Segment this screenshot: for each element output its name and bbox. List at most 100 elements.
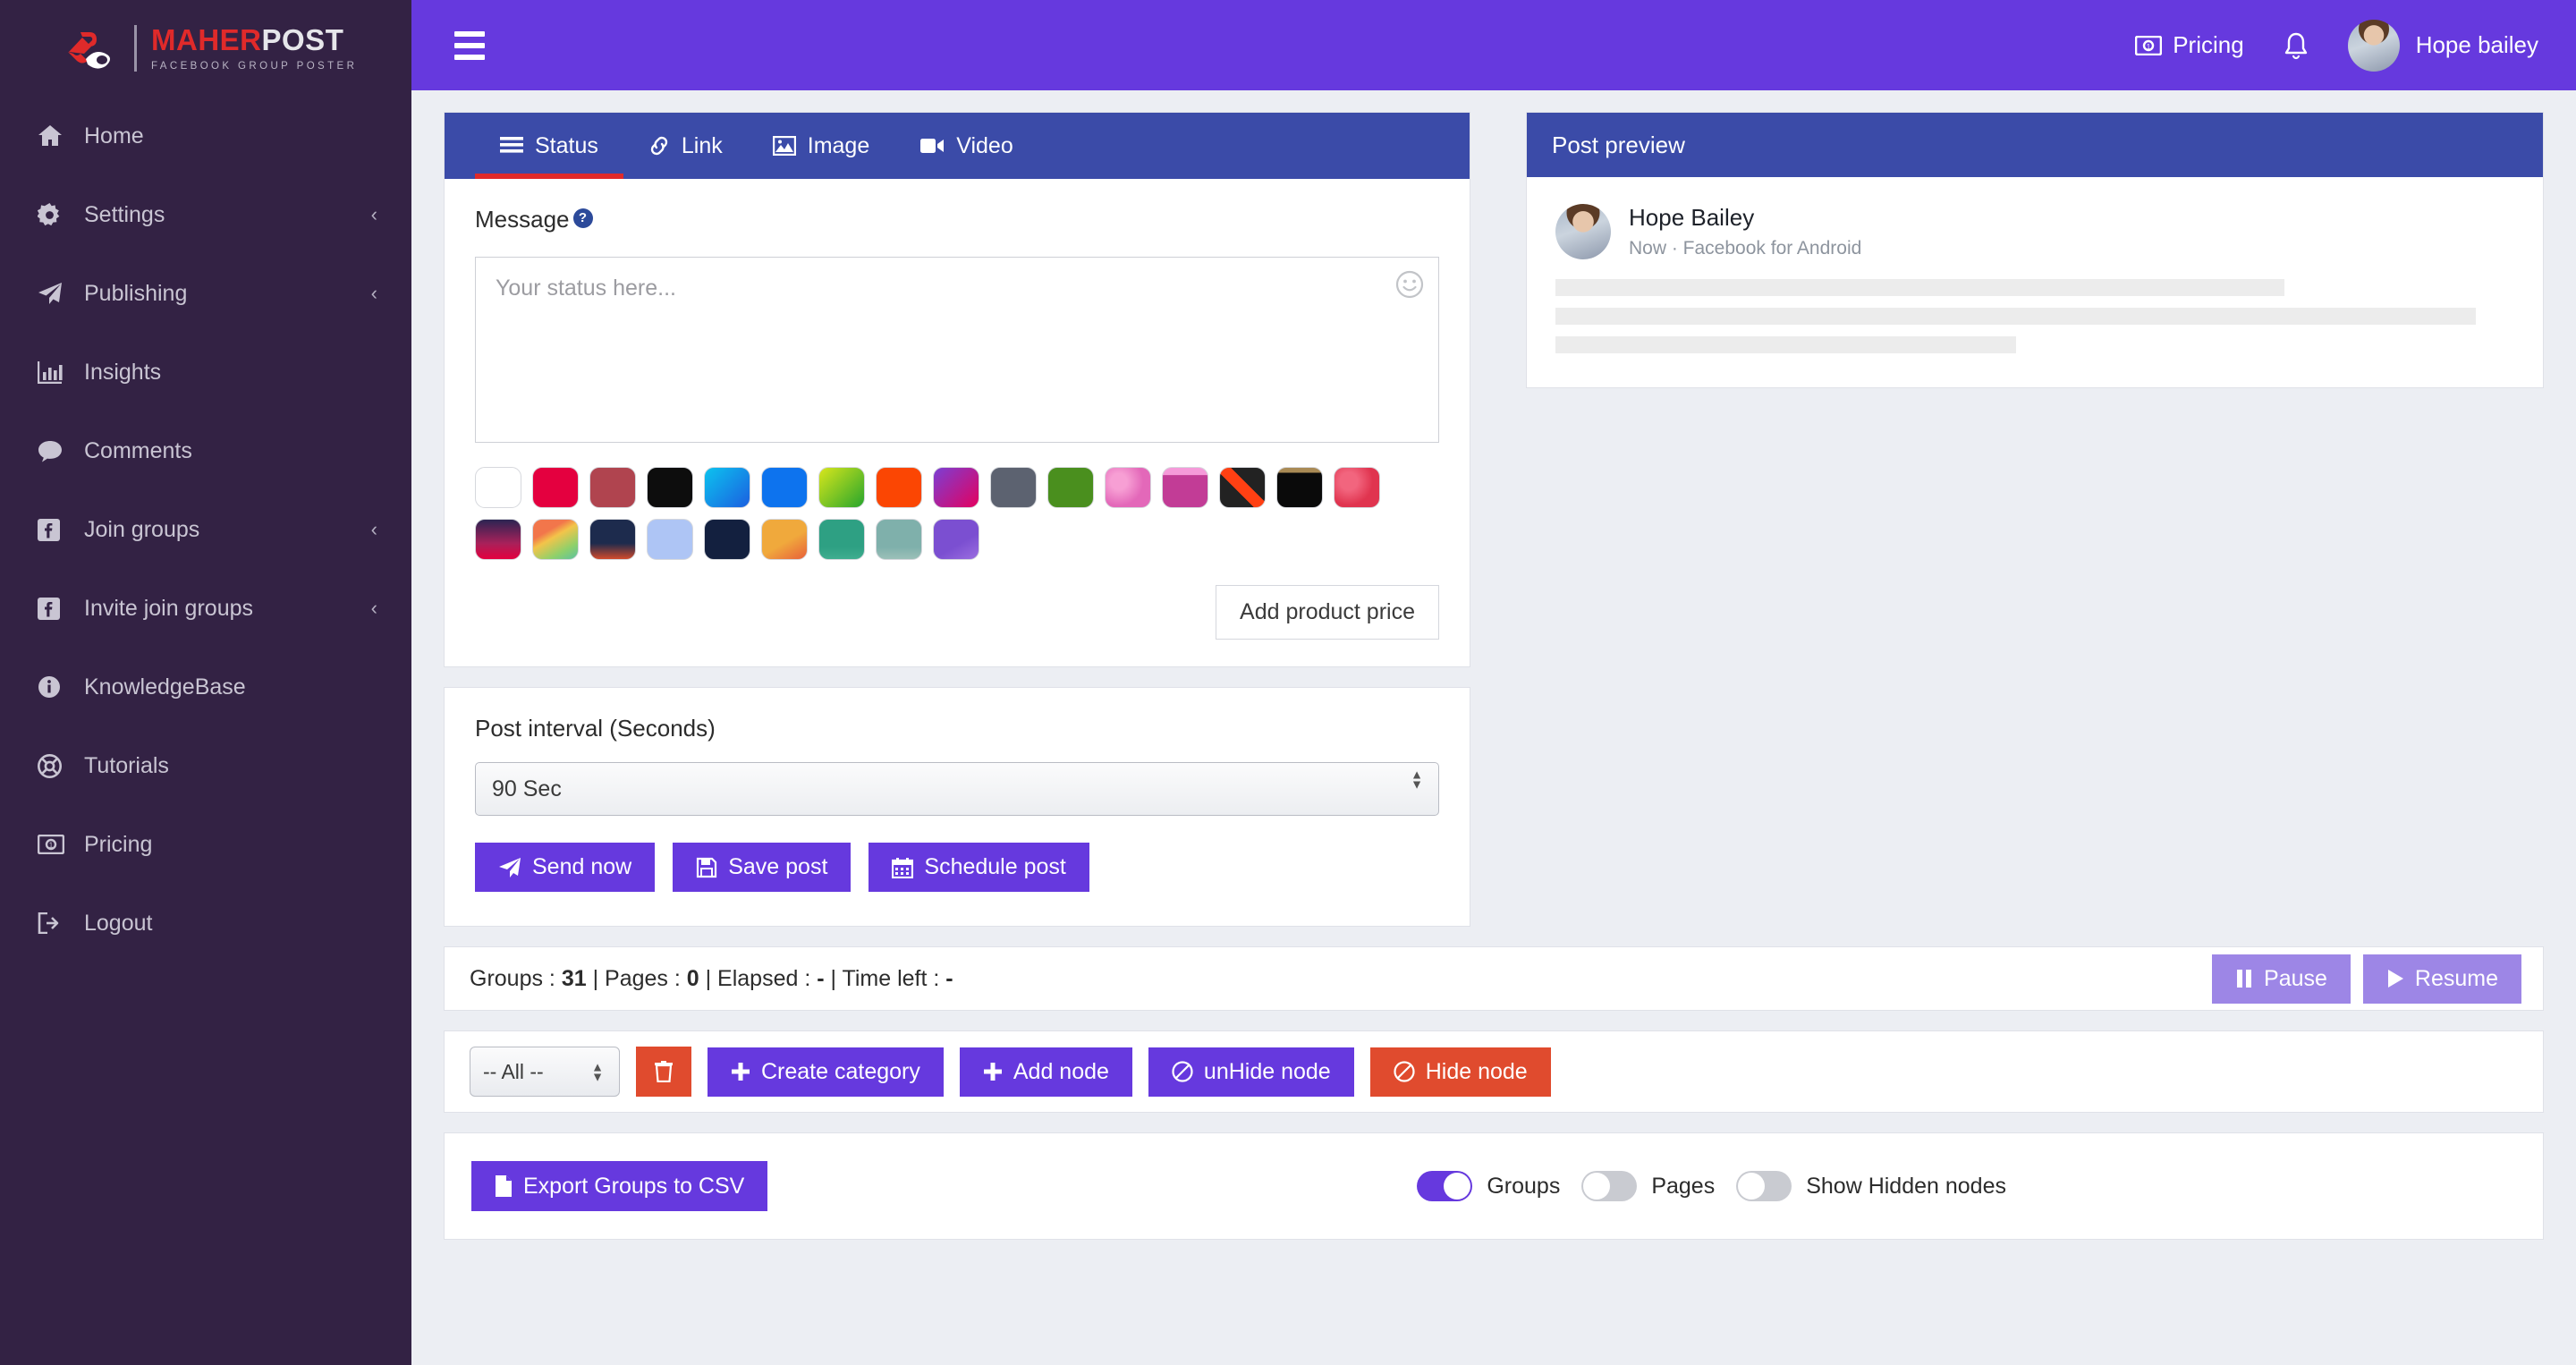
brand-logo[interactable]: MAHERPOST FACEBOOK GROUP POSTER xyxy=(0,0,411,97)
calendar-icon xyxy=(892,857,914,878)
tab-video[interactable]: Video xyxy=(894,113,1038,179)
hamburger-icon[interactable] xyxy=(449,26,490,65)
color-swatch[interactable] xyxy=(647,519,693,560)
sidebar-item-settings[interactable]: Settings ‹ xyxy=(0,175,411,254)
save-post-button[interactable]: Save post xyxy=(673,843,852,892)
color-swatch[interactable] xyxy=(761,519,808,560)
preview-meta: Now · Facebook for Android xyxy=(1629,238,1862,259)
trash-icon xyxy=(654,1061,674,1082)
color-swatch[interactable] xyxy=(647,467,693,508)
elapsed-value: - xyxy=(817,965,825,991)
logo-divider xyxy=(134,25,137,72)
sidebar-item-label: Home xyxy=(84,123,144,148)
sidebar-item-comments[interactable]: Comments xyxy=(0,411,411,490)
color-swatch[interactable] xyxy=(589,467,636,508)
sidebar-item-pricing[interactable]: 1 Pricing xyxy=(0,805,411,884)
groups-footer-bar: Export Groups to CSV Groups Pages Show Hid… xyxy=(444,1132,2544,1240)
create-category-button[interactable]: Create category xyxy=(708,1047,944,1097)
unhide-node-button[interactable]: unHide node xyxy=(1148,1047,1354,1097)
export-groups-csv-label: Export Groups to CSV xyxy=(523,1173,745,1199)
color-swatch[interactable] xyxy=(761,467,808,508)
schedule-post-button[interactable]: Schedule post xyxy=(869,843,1089,892)
hide-node-button[interactable]: Hide node xyxy=(1369,1047,1551,1097)
ban-icon xyxy=(1172,1061,1193,1082)
tab-label: Status xyxy=(535,132,598,158)
color-swatch[interactable] xyxy=(876,467,922,508)
color-swatch[interactable] xyxy=(704,467,750,508)
preview-avatar xyxy=(1555,204,1611,259)
post-preview-title: Post preview xyxy=(1527,113,2543,177)
color-swatch[interactable] xyxy=(1334,467,1380,508)
file-icon xyxy=(495,1174,513,1198)
user-menu[interactable]: Hope bailey xyxy=(2347,19,2538,72)
color-swatch[interactable] xyxy=(990,467,1037,508)
send-now-button[interactable]: Send now xyxy=(475,843,656,892)
sidebar-item-tutorials[interactable]: Tutorials xyxy=(0,726,411,805)
category-filter-select[interactable]: -- All -- xyxy=(470,1047,620,1097)
tab-link[interactable]: Link xyxy=(623,113,748,179)
add-product-price-button[interactable]: Add product price xyxy=(1216,585,1439,640)
post-interval-select[interactable]: 90 Sec xyxy=(475,762,1439,816)
plus-icon xyxy=(731,1062,750,1081)
main-content: StatusLinkImageVideo Message ? Add xyxy=(411,90,2576,1365)
smiley-icon[interactable] xyxy=(1394,269,1425,300)
sidebar-item-invite-join-groups[interactable]: Invite join groups ‹ xyxy=(0,569,411,648)
header-pricing-label: Pricing xyxy=(2173,31,2244,58)
sidebar-item-publishing[interactable]: Publishing ‹ xyxy=(0,254,411,333)
color-swatch[interactable] xyxy=(475,519,521,560)
color-swatch[interactable] xyxy=(475,467,521,508)
toggle-pages[interactable] xyxy=(1581,1171,1638,1201)
gear-icon xyxy=(38,202,73,227)
color-swatch[interactable] xyxy=(818,519,865,560)
delete-category-button[interactable] xyxy=(636,1047,691,1097)
color-swatch[interactable] xyxy=(704,519,750,560)
color-swatch[interactable] xyxy=(933,519,979,560)
chevron-left-icon: ‹ xyxy=(370,597,377,619)
toggle-show-hidden-nodes[interactable] xyxy=(1736,1171,1792,1201)
export-groups-csv-button[interactable]: Export Groups to CSV xyxy=(471,1161,768,1211)
sign-out-icon xyxy=(38,912,73,934)
header-pricing-link[interactable]: 1 Pricing xyxy=(2135,31,2244,59)
bell-icon[interactable] xyxy=(2284,31,2309,60)
paper-plane-icon xyxy=(498,857,521,878)
color-swatch[interactable] xyxy=(532,519,579,560)
color-swatch[interactable] xyxy=(1276,467,1323,508)
display-toggles: Groups Pages Show Hidden nodes xyxy=(1417,1171,2516,1201)
pause-icon xyxy=(2235,969,2253,988)
color-swatch[interactable] xyxy=(933,467,979,508)
message-label: Message xyxy=(475,206,570,233)
post-preview-card: Post preview Hope Bailey Now · Facebook … xyxy=(1526,112,2544,388)
color-swatch[interactable] xyxy=(589,519,636,560)
color-swatch[interactable] xyxy=(876,519,922,560)
question-circle-icon[interactable]: ? xyxy=(572,208,593,228)
preview-user-name: Hope Bailey xyxy=(1629,204,1755,231)
chevron-left-icon: ‹ xyxy=(370,203,377,225)
pause-button[interactable]: Pause xyxy=(2212,954,2351,1004)
color-swatch[interactable] xyxy=(1047,467,1094,508)
sidebar-item-join-groups[interactable]: Join groups ‹ xyxy=(0,490,411,569)
time-left-value: - xyxy=(945,965,953,991)
color-swatch[interactable] xyxy=(818,467,865,508)
tab-status[interactable]: Status xyxy=(475,113,623,179)
sidebar-item-logout[interactable]: Logout xyxy=(0,884,411,962)
info-circle-icon xyxy=(38,675,73,699)
color-swatch[interactable] xyxy=(1105,467,1151,508)
tab-image[interactable]: Image xyxy=(748,113,894,179)
resume-label: Resume xyxy=(2414,965,2498,991)
toggle-groups[interactable] xyxy=(1417,1171,1473,1201)
color-swatch[interactable] xyxy=(532,467,579,508)
color-swatch[interactable] xyxy=(1162,467,1208,508)
sidebar-item-insights[interactable]: Insights xyxy=(0,333,411,411)
lifebuoy-icon xyxy=(38,753,73,778)
add-node-button[interactable]: Add node xyxy=(959,1047,1132,1097)
sidebar-item-knowledgebase[interactable]: KnowledgeBase xyxy=(0,648,411,726)
sidebar-item-label: KnowledgeBase xyxy=(84,674,246,699)
composer-tabs: Status Link Image Video xyxy=(445,113,1470,179)
color-swatch[interactable] xyxy=(1219,467,1266,508)
status-input[interactable] xyxy=(475,257,1439,443)
sidebar-item-label: Invite join groups xyxy=(84,595,254,621)
sidebar-item-home[interactable]: Home xyxy=(0,97,411,175)
resume-button[interactable]: Resume xyxy=(2362,954,2521,1004)
bar-chart-icon xyxy=(38,360,73,384)
toggle-label: Show Hidden nodes xyxy=(1806,1173,2006,1199)
